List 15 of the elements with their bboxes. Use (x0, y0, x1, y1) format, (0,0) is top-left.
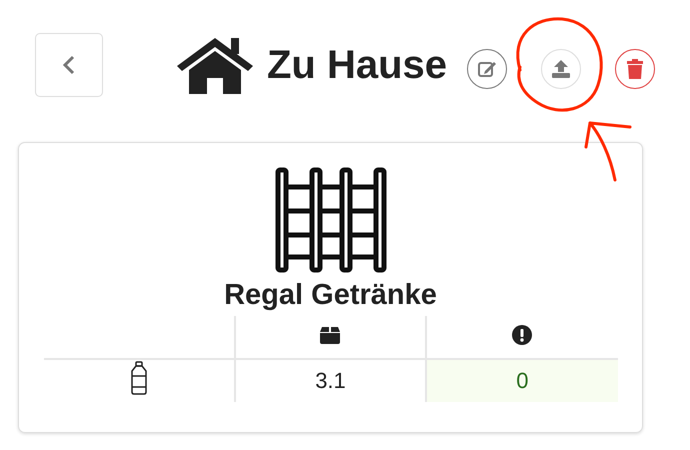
upload-button[interactable] (541, 49, 582, 89)
page-title: Zu Hause (267, 42, 448, 88)
chevron-left-icon (62, 55, 76, 75)
edit-icon (477, 59, 498, 79)
trash-icon (626, 59, 644, 79)
edit-button[interactable] (467, 49, 508, 89)
upload-icon (551, 59, 572, 79)
box-icon (320, 326, 340, 344)
alert-icon (512, 324, 532, 344)
annotation-arrow (584, 122, 632, 182)
shelf-name: Regal Getränke (224, 279, 437, 312)
bottle-icon (128, 361, 149, 395)
shelf-icon (274, 167, 386, 273)
delete-button[interactable] (615, 49, 656, 89)
missing-cell: 0 (426, 359, 618, 402)
